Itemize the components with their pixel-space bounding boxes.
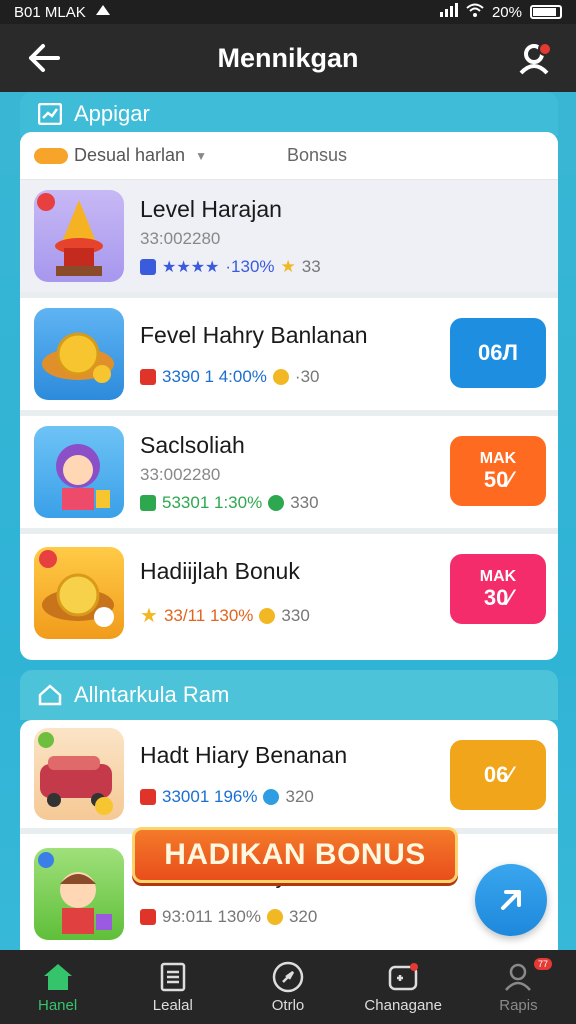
tag-icon bbox=[34, 147, 68, 164]
profile-button[interactable] bbox=[512, 36, 556, 80]
claim-button-label: 50⁄ bbox=[483, 466, 513, 492]
coin-icon bbox=[259, 607, 276, 624]
app-header: Mennikgan bbox=[0, 24, 576, 92]
item-stats: 33/11 130% bbox=[163, 605, 254, 625]
arrow-up-right-icon bbox=[501, 890, 521, 910]
claim-button[interactable]: 06⁄ bbox=[450, 740, 546, 810]
item-stats: 53301 1:30% bbox=[162, 492, 263, 512]
home-icon bbox=[38, 684, 62, 706]
nav-label: Chanagane bbox=[364, 996, 442, 1014]
bottle-icon bbox=[140, 258, 156, 275]
star-icon: ★ bbox=[140, 605, 158, 627]
notification-dot bbox=[538, 42, 552, 56]
list-item[interactable]: Saclsoliah 33:002280 53301 1:30% 330 MAK… bbox=[20, 416, 558, 534]
item-stats: 3390 1 4:00% bbox=[162, 366, 267, 386]
sort-label: Desual harlan bbox=[74, 145, 186, 165]
game-thumbnail bbox=[34, 547, 124, 639]
chevron-down-icon: ▼ bbox=[195, 148, 207, 163]
item-stats-value: 33 bbox=[301, 256, 321, 276]
item-stats-value: 330 bbox=[281, 605, 310, 625]
gift-icon bbox=[140, 908, 156, 925]
section-title: Allntarkula Ram bbox=[74, 682, 230, 707]
battery-icon bbox=[530, 5, 562, 19]
section-header-appigar: Appigar bbox=[20, 92, 558, 136]
item-subtitle: 33:002280 bbox=[140, 228, 221, 248]
page-title: Mennikgan bbox=[217, 42, 359, 73]
nav-item-challenge[interactable]: Chanagane bbox=[346, 950, 461, 1024]
wifi-icon bbox=[466, 3, 484, 21]
signal-icon bbox=[439, 3, 458, 21]
battery-item-icon bbox=[140, 494, 156, 511]
section-title: Appigar bbox=[74, 101, 150, 126]
battery-percent: 20% bbox=[491, 3, 522, 21]
claim-button[interactable]: 06Л bbox=[450, 318, 546, 388]
claim-button-top: MAK bbox=[479, 568, 517, 586]
item-stats: 93:011 130% bbox=[162, 906, 261, 926]
nav-label: Hanel bbox=[38, 996, 78, 1014]
share-fab-button[interactable] bbox=[475, 864, 547, 936]
nav-item-list[interactable]: Lealal bbox=[115, 950, 230, 1024]
item-stats-value: 320 bbox=[285, 786, 314, 806]
user-icon bbox=[502, 961, 534, 993]
item-stats-value: 320 bbox=[288, 906, 318, 926]
claim-button-label: 30⁄ bbox=[483, 584, 513, 610]
gift-icon bbox=[140, 788, 156, 805]
coin-icon bbox=[268, 494, 285, 511]
game-thumbnail bbox=[34, 728, 124, 820]
home-icon bbox=[42, 961, 74, 993]
nav-label: Otrlo bbox=[271, 996, 305, 1014]
arrow-left-icon bbox=[29, 44, 60, 72]
item-stats-value: ·30 bbox=[294, 366, 320, 386]
notification-icon bbox=[94, 3, 112, 21]
nav-item-profile[interactable]: Rapis 77 bbox=[461, 950, 576, 1024]
claim-button[interactable]: MAK 50⁄ bbox=[450, 436, 546, 506]
status-bar: B01 MLAK 20% bbox=[0, 0, 576, 24]
list-item[interactable]: Hadt Hiary Benanan 33001 196% 320 06⁄ bbox=[20, 720, 558, 834]
status-left-text: B01 MLAK bbox=[14, 3, 86, 21]
coin-icon bbox=[266, 908, 283, 925]
main-content: Appigar Desual harlan ▼ Bonsus Level Har… bbox=[0, 92, 576, 950]
chart-icon bbox=[38, 103, 62, 125]
stars-icon: ★★★★ bbox=[162, 258, 220, 276]
item-stats-value: 330 bbox=[290, 492, 319, 512]
item-stats: 33001 196% bbox=[162, 786, 258, 806]
gamepad-icon bbox=[387, 961, 419, 993]
list-item[interactable]: Level Harajan 33:002280 ★★★★ ·130% ★ 33 bbox=[20, 180, 558, 298]
claim-button-label: 06⁄ bbox=[483, 762, 513, 788]
gift-icon bbox=[140, 368, 156, 385]
game-thumbnail bbox=[34, 426, 124, 518]
back-button[interactable] bbox=[22, 36, 66, 80]
list-item[interactable]: Hadiijlah Bonuk ★ 33/11 130% 330 MAK 30⁄ bbox=[20, 534, 558, 652]
bonus-filter[interactable]: Bonsus bbox=[287, 145, 347, 166]
coin-icon bbox=[263, 788, 280, 805]
coin-icon bbox=[272, 368, 289, 385]
claim-button-top: MAK bbox=[479, 450, 517, 468]
bottom-nav: Hanel Lealal Otrlo Chanagane Rapis 77 bbox=[0, 950, 576, 1024]
sort-dropdown[interactable]: Desual harlan ▼ bbox=[34, 145, 207, 166]
section-appigar: Desual harlan ▼ Bonsus Level Harajan 33:… bbox=[20, 132, 558, 660]
section-header-allntarkula: Allntarkula Ram bbox=[20, 670, 558, 720]
document-icon bbox=[157, 961, 189, 993]
claim-button-label: 06Л bbox=[478, 340, 518, 366]
bonus-banner[interactable]: HADIKAN BONUS bbox=[132, 827, 458, 883]
nav-item-home[interactable]: Hanel bbox=[0, 950, 115, 1024]
nav-badge: 77 bbox=[534, 958, 553, 970]
claim-button[interactable]: MAK 30⁄ bbox=[450, 554, 546, 624]
nav-item-compass[interactable]: Otrlo bbox=[230, 950, 345, 1024]
filter-bar: Desual harlan ▼ Bonsus bbox=[20, 132, 558, 180]
list-item[interactable]: Fevel Hahry Banlanan 3390 1 4:00% ·30 06… bbox=[20, 298, 558, 416]
item-name: Level Harajan bbox=[140, 195, 282, 222]
nav-label: Lealal bbox=[152, 996, 193, 1014]
nav-label: Rapis bbox=[499, 996, 538, 1014]
compass-icon bbox=[272, 961, 304, 993]
game-thumbnail bbox=[34, 848, 124, 940]
item-stats: ·130% bbox=[225, 256, 275, 276]
star-icon: ★ bbox=[280, 256, 296, 276]
game-thumbnail bbox=[34, 308, 124, 400]
game-thumbnail bbox=[34, 190, 124, 282]
